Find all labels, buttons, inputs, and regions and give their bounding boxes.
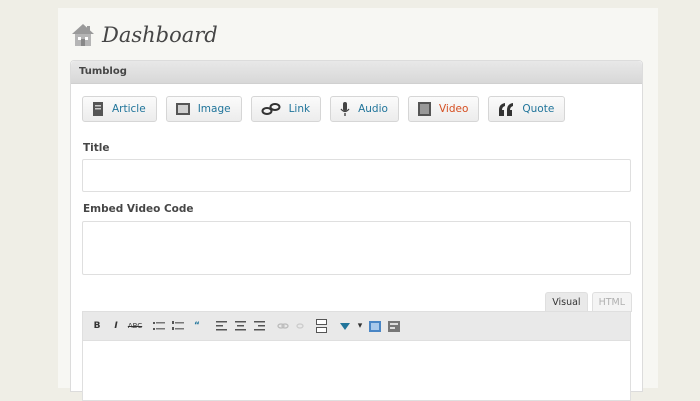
article-label: Article xyxy=(112,103,146,115)
video-button[interactable]: Video xyxy=(407,96,480,122)
spellcheck-icon xyxy=(340,323,350,330)
spellcheck-button[interactable] xyxy=(337,317,353,335)
embed-video-label: Embed Video Code xyxy=(83,203,194,215)
page-title: Dashboard xyxy=(102,23,218,47)
home-icon xyxy=(72,24,94,46)
align-right-button[interactable] xyxy=(251,317,267,335)
article-button[interactable]: Article xyxy=(82,96,157,122)
italic-button[interactable]: I xyxy=(108,317,124,335)
kitchen-sink-icon xyxy=(388,320,400,332)
tab-html[interactable]: HTML xyxy=(591,292,632,312)
image-button[interactable]: Image xyxy=(165,96,242,122)
unlink-button[interactable] xyxy=(294,317,310,335)
embed-video-input[interactable] xyxy=(82,221,631,275)
fullscreen-icon xyxy=(369,320,381,332)
spellcheck-dropdown[interactable]: ▾ xyxy=(356,317,364,335)
numbered-list-icon xyxy=(172,321,184,330)
editor-tabs: Visual HTML xyxy=(545,292,632,312)
insert-link-button[interactable] xyxy=(275,317,291,335)
link-label: Link xyxy=(288,103,311,115)
unlink-icon xyxy=(296,323,304,329)
title-label: Title xyxy=(83,142,110,154)
align-center-button[interactable] xyxy=(232,317,248,335)
link-button[interactable]: Link xyxy=(250,96,322,122)
align-left-icon xyxy=(215,321,227,331)
chain-icon xyxy=(277,323,289,329)
link-icon xyxy=(261,103,281,115)
bullet-list-icon xyxy=(153,322,165,330)
panel-title[interactable]: Tumblog xyxy=(71,61,642,84)
audio-label: Audio xyxy=(358,103,388,115)
title-input[interactable] xyxy=(82,159,631,192)
fullscreen-button[interactable] xyxy=(367,317,383,335)
editor-content-area[interactable] xyxy=(82,341,631,401)
page-header: Dashboard xyxy=(70,20,218,50)
tumblog-panel: Tumblog Article Image Link Audio Video Q… xyxy=(70,60,643,401)
bold-button[interactable]: B xyxy=(89,317,105,335)
insert-more-button[interactable] xyxy=(313,317,329,335)
strikethrough-button[interactable]: ABC xyxy=(127,317,143,335)
quote-label: Quote xyxy=(522,103,555,115)
image-icon xyxy=(175,103,190,115)
more-tag-icon xyxy=(315,319,327,333)
microphone-icon xyxy=(340,101,350,116)
editor-toolbar: B I ABC “ ▾ xyxy=(82,311,631,341)
align-right-icon xyxy=(253,321,265,331)
dashboard-page: Dashboard Tumblog Article Image Link Aud… xyxy=(58,8,658,401)
bullet-list-button[interactable] xyxy=(151,317,167,335)
video-icon xyxy=(417,102,431,116)
quote-button[interactable]: Quote xyxy=(488,96,566,122)
tab-visual[interactable]: Visual xyxy=(545,292,588,312)
post-type-buttons: Article Image Link Audio Video Quote xyxy=(82,96,566,122)
align-center-icon xyxy=(234,321,246,331)
quote-icon xyxy=(499,102,514,116)
video-label: Video xyxy=(438,103,469,115)
kitchen-sink-button[interactable] xyxy=(386,317,402,335)
align-left-button[interactable] xyxy=(213,317,229,335)
document-icon xyxy=(93,102,103,116)
blockquote-button[interactable]: “ xyxy=(189,317,205,335)
numbered-list-button[interactable] xyxy=(170,317,186,335)
image-label: Image xyxy=(197,103,231,115)
audio-button[interactable]: Audio xyxy=(330,96,399,122)
